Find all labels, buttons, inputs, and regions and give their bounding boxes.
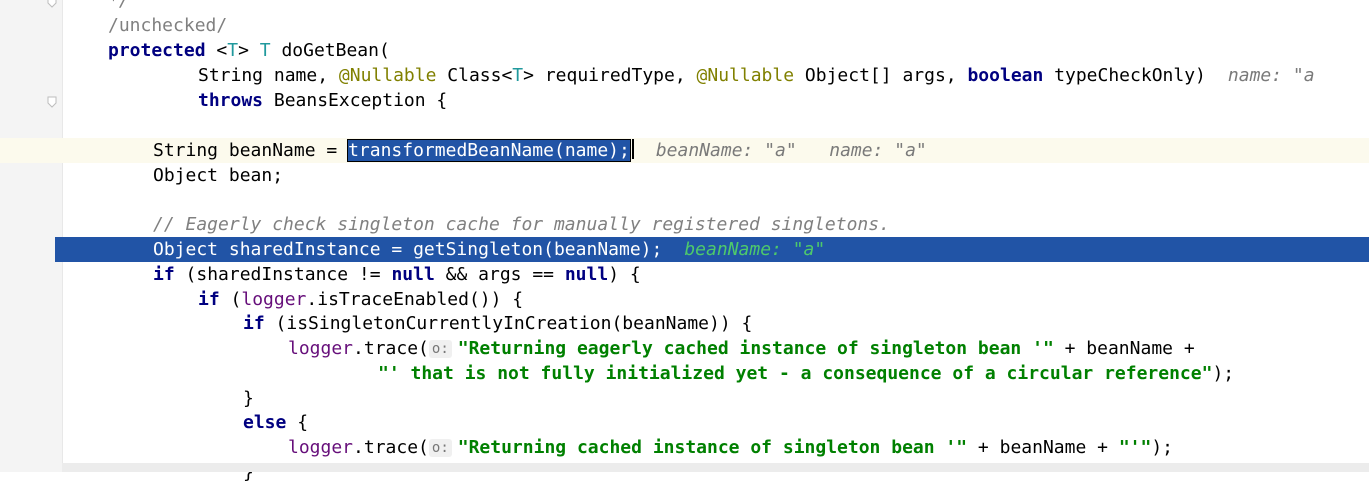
code-text: else { — [243, 410, 308, 435]
code-line[interactable]: if (isSingletonCurrentlyInCreation(beanN… — [0, 311, 1369, 336]
code-token: && args == — [434, 264, 565, 285]
code-token: boolean — [967, 65, 1044, 86]
code-token: ( — [219, 289, 242, 310]
code-token: + beanName + — [1053, 338, 1195, 359]
code-token: String beanName = — [153, 140, 349, 161]
code-token: .trace( — [353, 437, 429, 458]
code-text: } — [243, 386, 254, 411]
code-token: doGetBean( — [270, 40, 390, 61]
code-token: Object bean; — [153, 165, 284, 186]
code-line[interactable]: Object bean; — [0, 163, 1369, 188]
code-text: Object sharedInstance = getSingleton(bea… — [153, 237, 825, 262]
horizontal-scrollbar[interactable] — [62, 463, 1369, 472]
code-token: else — [243, 412, 287, 433]
code-token: /unchecked/ — [108, 15, 228, 36]
code-token: "Returning eagerly cached instance of si… — [457, 338, 1054, 359]
code-line[interactable]: logger.trace(o: "Returning eagerly cached… — [0, 336, 1369, 361]
code-line[interactable] — [0, 188, 1369, 213]
code-token: @Nullable — [338, 65, 437, 86]
code-line[interactable]: throws BeansException { — [0, 88, 1369, 113]
code-token: typeCheckOnly) — [1043, 65, 1206, 86]
code-line[interactable]: logger.trace(o: "Returning cached instanc… — [0, 435, 1369, 460]
code-token: "' that is not fully initialized yet - a… — [378, 363, 1213, 384]
code-token: null — [391, 264, 435, 285]
code-text: protected <T> T doGetBean( — [108, 38, 390, 63]
code-token: */ — [108, 0, 130, 11]
code-token: .trace( — [353, 338, 429, 359]
code-token: "Returning cached instance of singleton … — [457, 437, 968, 458]
code-token: throws — [198, 90, 264, 111]
text-caret — [631, 139, 634, 159]
caret-line[interactable]: String beanName = transformedBeanName(na… — [0, 138, 1369, 163]
code-token: if — [243, 313, 265, 334]
selected-expression[interactable]: transformedBeanName(name); — [347, 139, 631, 162]
code-token: logger — [288, 437, 354, 458]
code-token: Class< — [436, 65, 513, 86]
code-token: // Eagerly check singleton cache for man… — [153, 214, 890, 235]
code-token: null — [564, 264, 609, 285]
code-text: */ — [108, 0, 130, 13]
code-text: logger.trace(o: "Returning eagerly cached… — [288, 336, 1195, 361]
code-token: ) { — [608, 264, 641, 285]
code-line[interactable]: */ — [0, 0, 1369, 13]
code-token: ); — [1151, 437, 1174, 458]
code-text: "' that is not fully initialized yet - a… — [378, 361, 1234, 386]
code-token: if — [198, 289, 220, 310]
code-token: @Nullable — [696, 65, 795, 86]
code-token: > requiredType, — [523, 65, 697, 86]
code-line[interactable]: if (sharedInstance != null && args == nu… — [0, 262, 1369, 287]
code-token: protected — [108, 40, 206, 61]
code-line[interactable]: /unchecked/ — [0, 13, 1369, 38]
code-token: + beanName + — [967, 437, 1119, 458]
execution-point-line[interactable]: Object sharedInstance = getSingleton(bea… — [55, 237, 1369, 262]
code-token: T — [227, 40, 239, 61]
debugger-inline-value: beanName: "a" name: "a" — [655, 140, 927, 161]
code-token: { — [286, 412, 309, 433]
code-line[interactable]: "' that is not fully initialized yet - a… — [0, 361, 1369, 386]
code-text: logger.trace(o: "Returning cached instanc… — [288, 435, 1173, 460]
debugger-inline-value: beanName: "a" — [684, 239, 826, 260]
code-token: Object[] args, — [794, 65, 968, 86]
code-token: T — [259, 40, 271, 61]
code-line[interactable]: if (logger.isTraceEnabled()) { — [0, 287, 1369, 312]
code-line[interactable]: else { — [0, 410, 1369, 435]
code-token: < — [205, 40, 228, 61]
code-text: if (sharedInstance != null && args == nu… — [153, 262, 641, 287]
code-text: if (isSingletonCurrentlyInCreation(beanN… — [243, 311, 752, 336]
code-text: Object bean; — [153, 163, 283, 188]
code-line[interactable]: String name, @Nullable Class<T> required… — [0, 63, 1369, 88]
code-token: (isSingletonCurrentlyInCreation(beanName… — [264, 313, 753, 334]
code-token: (sharedInstance != — [174, 264, 392, 285]
code-text: // Eagerly check singleton cache for man… — [153, 212, 890, 237]
code-token: if — [153, 264, 175, 285]
code-line[interactable] — [0, 113, 1369, 138]
code-token: T — [512, 65, 524, 86]
code-token: BeansException { — [263, 90, 448, 111]
code-line[interactable]: } — [0, 386, 1369, 411]
code-token: } — [243, 388, 254, 409]
parameter-hint: o: — [428, 340, 452, 358]
code-token: logger — [288, 338, 354, 359]
code-text: String beanName = transformedBeanName(na… — [153, 138, 927, 163]
code-text: /unchecked/ — [108, 13, 227, 38]
parameter-hint: o: — [428, 439, 452, 457]
code-token: ); — [1212, 363, 1235, 384]
code-token: "'" — [1118, 437, 1152, 458]
code-text: if (logger.isTraceEnabled()) { — [198, 287, 523, 312]
code-text: throws BeansException { — [198, 88, 447, 113]
code-token: .isTraceEnabled()) { — [306, 289, 524, 310]
debugger-inline-value: name: "a — [1227, 65, 1315, 86]
code-line[interactable]: protected <T> T doGetBean( — [0, 38, 1369, 63]
code-text: String name, @Nullable Class<T> required… — [198, 63, 1315, 88]
code-token: String name, — [198, 65, 339, 86]
code-line[interactable]: // Eagerly check singleton cache for man… — [0, 212, 1369, 237]
code-token: > — [238, 40, 260, 61]
code-token: logger — [241, 289, 307, 310]
code-token: Object sharedInstance = getSingleton(bea… — [153, 239, 663, 260]
